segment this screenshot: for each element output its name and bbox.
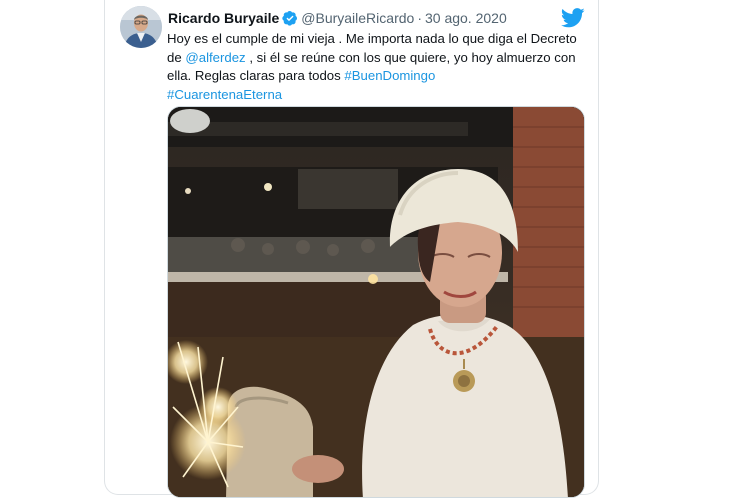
timestamp[interactable]: 30 ago. 2020 [425, 10, 507, 26]
separator: · [417, 10, 422, 26]
avatar[interactable] [120, 6, 162, 48]
handle[interactable]: @BuryaileRicardo [301, 10, 414, 26]
tweet-photo[interactable] [167, 106, 585, 498]
mention-link[interactable]: @alferdez [185, 50, 245, 65]
tweet-text: Hoy es el cumple de mi vieja . Me import… [167, 30, 577, 104]
display-name[interactable]: Ricardo Buryaile [168, 10, 279, 26]
tweet-header: Ricardo Buryaile @BuryaileRicardo · 30 ago.… [168, 9, 568, 29]
hashtag-link-2[interactable]: #CuarentenaEterna [167, 87, 282, 102]
twitter-bird-icon[interactable] [560, 8, 585, 28]
hashtag-link-1[interactable]: #BuenDomingo [344, 68, 435, 83]
verified-badge-icon [282, 10, 298, 30]
